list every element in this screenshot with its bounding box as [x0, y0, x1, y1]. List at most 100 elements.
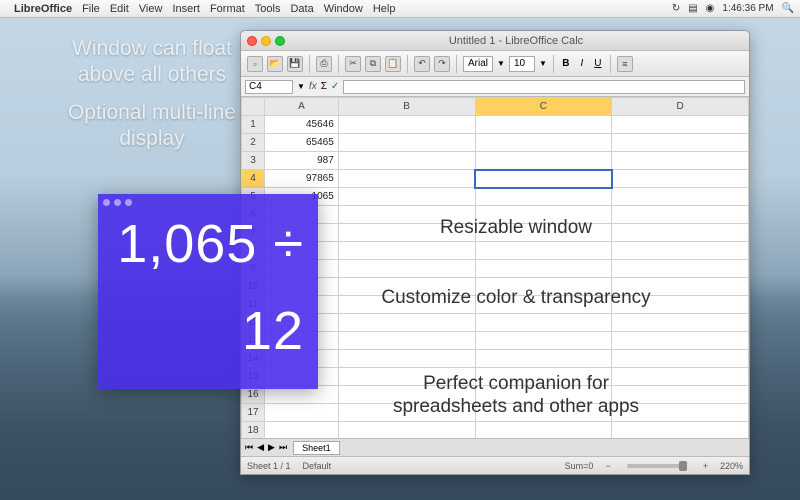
accept-icon[interactable]: ✓ [331, 81, 339, 92]
cell[interactable] [338, 422, 475, 440]
cell[interactable] [338, 332, 475, 350]
menubar-flag-icon[interactable]: ▤ [688, 3, 697, 14]
function-wizard-icon[interactable]: fx [309, 81, 317, 92]
menu-tools[interactable]: Tools [255, 3, 281, 15]
cell[interactable] [612, 170, 749, 188]
menu-edit[interactable]: Edit [110, 3, 129, 15]
cell[interactable] [612, 188, 749, 206]
cell[interactable] [338, 188, 475, 206]
sum-icon[interactable]: Σ [321, 81, 327, 92]
cell[interactable] [612, 350, 749, 368]
cell[interactable]: 987 [265, 152, 339, 170]
cell[interactable] [338, 116, 475, 134]
cell[interactable] [475, 350, 612, 368]
cell-reference-box[interactable] [245, 80, 293, 94]
close-button[interactable] [247, 36, 257, 46]
menubar-wifi-icon[interactable]: ◉ [706, 3, 715, 14]
cell[interactable] [338, 314, 475, 332]
tab-nav-last-icon[interactable]: ⏭ [279, 442, 287, 453]
cell[interactable] [338, 350, 475, 368]
save-icon[interactable]: 💾 [287, 56, 303, 72]
cell[interactable] [475, 134, 612, 152]
calc-close-button[interactable] [103, 199, 110, 206]
cell[interactable] [338, 260, 475, 278]
row-header[interactable]: 17 [242, 404, 265, 422]
cell[interactable]: 45646 [265, 116, 339, 134]
select-all-corner[interactable] [242, 98, 265, 116]
undo-icon[interactable]: ↶ [414, 56, 430, 72]
calc-zoom-button[interactable] [125, 199, 132, 206]
cell[interactable] [475, 422, 612, 440]
tab-nav-next-icon[interactable]: ▶ [268, 442, 275, 453]
cell[interactable] [338, 170, 475, 188]
sheet-tab-1[interactable]: Sheet1 [293, 441, 340, 455]
cell[interactable] [475, 188, 612, 206]
calculator-titlebar[interactable] [98, 194, 318, 210]
row-header[interactable]: 18 [242, 422, 265, 440]
menu-format[interactable]: Format [210, 3, 245, 15]
bold-button[interactable]: B [560, 58, 572, 69]
cell[interactable] [612, 134, 749, 152]
cell[interactable] [475, 152, 612, 170]
menu-file[interactable]: File [82, 3, 100, 15]
col-header-d[interactable]: D [612, 98, 749, 116]
row-header[interactable]: 4 [242, 170, 265, 188]
minimize-button[interactable] [261, 36, 271, 46]
calculator-window[interactable]: 1,065 ÷ 12 [98, 194, 318, 389]
cut-icon[interactable]: ✂ [345, 56, 361, 72]
cell[interactable] [612, 332, 749, 350]
cell[interactable] [475, 260, 612, 278]
cell[interactable] [612, 260, 749, 278]
cell[interactable] [338, 134, 475, 152]
open-icon[interactable]: 📂 [267, 56, 283, 72]
zoom-out-icon[interactable]: − [605, 461, 610, 471]
tab-nav-prev-icon[interactable]: ◀ [257, 442, 264, 453]
row-header[interactable]: 3 [242, 152, 265, 170]
cell[interactable] [475, 314, 612, 332]
col-header-b[interactable]: B [338, 98, 475, 116]
cell[interactable] [612, 116, 749, 134]
italic-button[interactable]: I [576, 58, 588, 69]
cell[interactable] [612, 152, 749, 170]
status-zoom[interactable]: 220% [720, 461, 743, 471]
cell[interactable] [612, 242, 749, 260]
cell[interactable] [475, 332, 612, 350]
menubar-sync-icon[interactable]: ↻ [672, 3, 680, 14]
calc-minimize-button[interactable] [114, 199, 121, 206]
menu-data[interactable]: Data [290, 3, 313, 15]
menubar-clock[interactable]: 1:46:36 PM [722, 3, 773, 14]
col-header-a[interactable]: A [265, 98, 339, 116]
cell[interactable]: 65465 [265, 134, 339, 152]
cell[interactable] [475, 116, 612, 134]
cell[interactable] [338, 242, 475, 260]
align-left-icon[interactable]: ≡ [617, 56, 633, 72]
cell[interactable] [265, 404, 339, 422]
menu-insert[interactable]: Insert [172, 3, 200, 15]
cell[interactable] [612, 314, 749, 332]
col-header-c[interactable]: C [475, 98, 612, 116]
tab-nav-first-icon[interactable]: ⏮ [245, 442, 253, 453]
cell[interactable] [265, 422, 339, 440]
menubar-spotlight-icon[interactable]: 🔍 [782, 3, 794, 14]
zoom-in-icon[interactable]: + [703, 461, 708, 471]
formula-input[interactable] [343, 80, 745, 94]
menu-help[interactable]: Help [373, 3, 396, 15]
menu-view[interactable]: View [139, 3, 163, 15]
cell[interactable] [475, 242, 612, 260]
font-size-select[interactable]: 10 [509, 56, 535, 72]
window-titlebar[interactable]: Untitled 1 - LibreOffice Calc [241, 31, 749, 51]
cell[interactable] [612, 422, 749, 440]
redo-icon[interactable]: ↷ [434, 56, 450, 72]
print-icon[interactable]: ⎙ [316, 56, 332, 72]
menubar-app-name[interactable]: LibreOffice [14, 3, 72, 15]
row-header[interactable]: 2 [242, 134, 265, 152]
zoom-button[interactable] [275, 36, 285, 46]
underline-button[interactable]: U [592, 58, 604, 69]
paste-icon[interactable]: 📋 [385, 56, 401, 72]
font-name-select[interactable]: Arial [463, 56, 493, 72]
copy-icon[interactable]: ⧉ [365, 56, 381, 72]
new-doc-icon[interactable]: ▫ [247, 56, 263, 72]
menu-window[interactable]: Window [324, 3, 363, 15]
cell[interactable] [475, 170, 612, 188]
zoom-slider[interactable] [627, 464, 687, 468]
